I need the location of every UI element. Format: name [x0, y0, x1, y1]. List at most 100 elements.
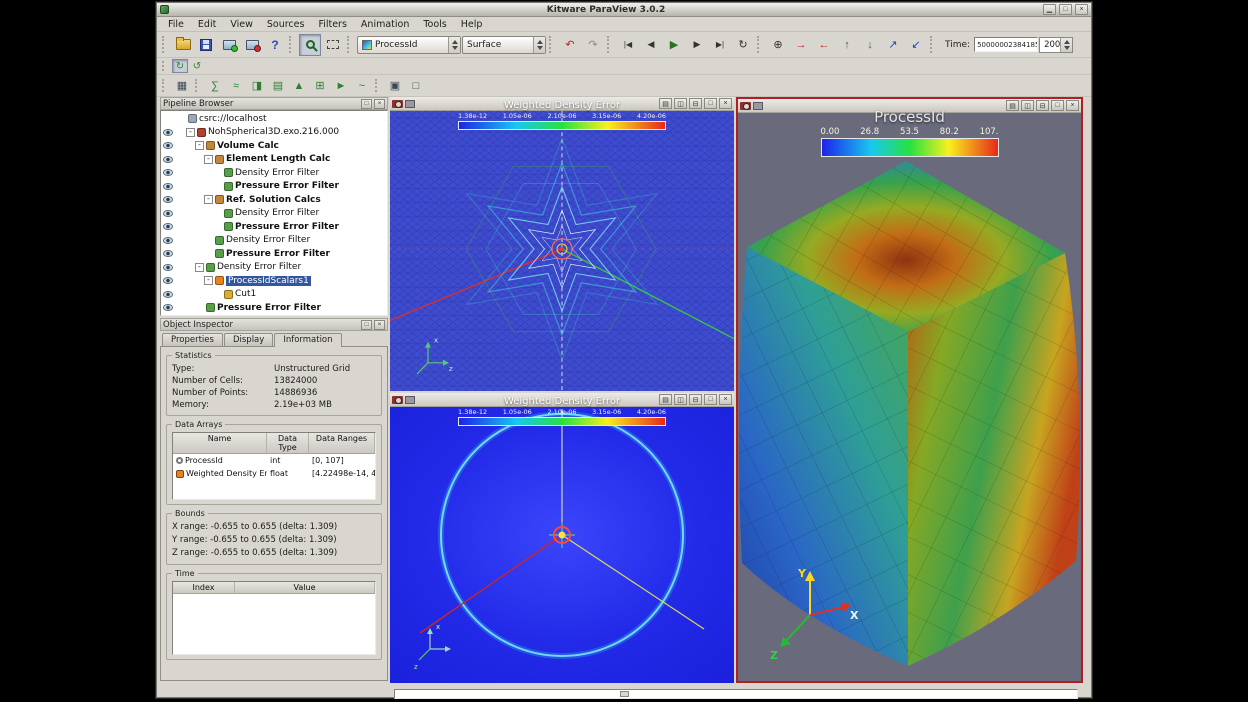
split-vertical-button[interactable]: ⊟ [1036, 100, 1049, 111]
visibility-eye-icon[interactable] [163, 291, 173, 298]
dock-float-button[interactable]: □ [361, 320, 372, 330]
menu-help[interactable]: Help [454, 18, 490, 31]
maximize-view-button[interactable]: □ [704, 394, 717, 405]
tab-information[interactable]: Information [274, 333, 341, 347]
reset-camera-button[interactable]: ⊕ [767, 34, 789, 56]
dock-close-button[interactable]: × [374, 320, 385, 330]
combo-spinner-icon[interactable] [448, 37, 460, 53]
group-datasets-button[interactable]: ▣ [385, 76, 405, 95]
spinbox-arrows-icon[interactable] [1060, 38, 1072, 52]
tab-properties[interactable]: Properties [162, 333, 223, 346]
expander-icon[interactable]: - [195, 263, 204, 272]
lookmark-icon[interactable] [405, 396, 415, 404]
toolbar-grip[interactable] [195, 79, 200, 92]
rubber-band-select-button[interactable] [322, 34, 344, 56]
expander-icon[interactable]: - [204, 276, 213, 285]
view-minus-y-button[interactable]: ↓ [859, 34, 881, 56]
pipeline-item[interactable]: Density Error Filter [161, 207, 387, 221]
pipeline-item[interactable]: -Ref. Solution Calcs [161, 193, 387, 207]
visibility-eye-icon[interactable] [163, 196, 173, 203]
table-row[interactable]: ProcessId int [0, 107] [173, 454, 375, 467]
last-frame-button[interactable]: ▶| [709, 34, 731, 56]
toolbar-grip[interactable] [162, 79, 167, 92]
contour-filter-button[interactable]: ≈ [226, 76, 246, 95]
time-table[interactable]: Index Value [172, 581, 376, 655]
toolbar-grip[interactable] [347, 36, 352, 52]
visibility-eye-icon[interactable] [163, 223, 173, 230]
progress-bar[interactable] [394, 689, 1078, 699]
dock-float-button[interactable]: □ [361, 99, 372, 109]
time-value-field[interactable]: 500000023841858 [974, 37, 1038, 52]
next-frame-button[interactable]: ▶ [686, 34, 708, 56]
pipeline-item[interactable]: Pressure Error Filter [161, 301, 387, 315]
open-data-button[interactable] [172, 34, 194, 56]
clip-filter-button[interactable]: ◨ [247, 76, 267, 95]
connect-server-button[interactable] [218, 34, 240, 56]
lookmark-icon[interactable] [753, 102, 763, 110]
tab-display[interactable]: Display [224, 333, 273, 346]
split-horizontal-button[interactable]: ◫ [674, 98, 687, 109]
visibility-eye-icon[interactable] [163, 264, 173, 271]
loop-button[interactable]: ↻ [732, 34, 754, 56]
expander-icon[interactable]: - [195, 141, 204, 150]
glyph-filter-button[interactable]: ► [331, 76, 351, 95]
help-button[interactable]: ? [264, 34, 286, 56]
object-inspector-header[interactable]: Object Inspector □ × [160, 318, 388, 331]
pipeline-item[interactable]: Cut1 [161, 288, 387, 302]
expander-icon[interactable]: - [204, 195, 213, 204]
slice-filter-button[interactable]: ▤ [268, 76, 288, 95]
view-minus-z-button[interactable]: ↙ [905, 34, 927, 56]
render-canvas[interactable]: Y X Z [738, 113, 1081, 681]
toolbar-grip[interactable] [162, 61, 167, 71]
toolbar-grip[interactable] [930, 36, 935, 52]
combo-spinner-icon[interactable] [533, 37, 545, 53]
first-frame-button[interactable]: |◀ [617, 34, 639, 56]
pipeline-item[interactable]: -NohSpherical3D.exo.216.000 [161, 126, 387, 140]
toolbar-grip[interactable] [757, 36, 762, 52]
close-view-button[interactable]: × [719, 98, 732, 109]
toolbar-grip[interactable] [162, 36, 167, 52]
toolbar-grip[interactable] [375, 79, 380, 92]
expander-icon[interactable]: - [204, 155, 213, 164]
camera-icon[interactable] [392, 396, 403, 404]
maximize-view-button[interactable]: □ [704, 98, 717, 109]
accept-button[interactable]: ↺ [189, 59, 205, 73]
previous-frame-button[interactable]: ◀ [640, 34, 662, 56]
camera-icon[interactable] [740, 102, 751, 110]
close-view-button[interactable]: × [1066, 100, 1079, 111]
progress-handle[interactable] [620, 691, 629, 697]
toolbar-grip[interactable] [607, 36, 612, 52]
convert-view-button[interactable]: ▤ [659, 394, 672, 405]
dock-close-button[interactable]: × [374, 99, 385, 109]
extract-subset-filter-button[interactable]: ⊞ [310, 76, 330, 95]
pipeline-item[interactable]: Pressure Error Filter [161, 247, 387, 261]
menu-filters[interactable]: Filters [311, 18, 353, 31]
pipeline-item[interactable]: Density Error Filter [161, 234, 387, 248]
visibility-eye-icon[interactable] [163, 210, 173, 217]
split-horizontal-button[interactable]: ◫ [674, 394, 687, 405]
visibility-eye-icon[interactable] [163, 169, 173, 176]
menu-edit[interactable]: Edit [191, 18, 223, 31]
render-canvas[interactable]: x z [390, 111, 734, 391]
menu-tools[interactable]: Tools [416, 18, 453, 31]
visibility-eye-icon[interactable] [163, 277, 173, 284]
threshold-filter-button[interactable]: ▲ [289, 76, 309, 95]
titlebar[interactable]: Kitware ParaView 3.0.2 ▁ □ × [157, 3, 1091, 17]
view-minus-x-button[interactable]: ← [813, 34, 835, 56]
convert-view-button[interactable]: ▤ [659, 98, 672, 109]
pipeline-item[interactable]: csrc://localhost [161, 112, 387, 126]
minimize-button[interactable]: ▁ [1043, 4, 1056, 15]
pipeline-item[interactable]: Pressure Error Filter [161, 220, 387, 234]
zoom-to-box-button[interactable] [299, 34, 321, 56]
maximize-view-button[interactable]: □ [1051, 100, 1064, 111]
visibility-eye-icon[interactable] [163, 183, 173, 190]
visibility-eye-icon[interactable] [163, 129, 173, 136]
pipeline-item[interactable]: -Element Length Calc [161, 153, 387, 167]
menu-animation[interactable]: Animation [354, 18, 416, 31]
split-horizontal-button[interactable]: ◫ [1021, 100, 1034, 111]
pipeline-browser-header[interactable]: Pipeline Browser □ × [160, 97, 388, 110]
toolbar-grip[interactable] [289, 36, 294, 52]
color-by-combo[interactable]: ProcessId [357, 36, 461, 54]
visibility-eye-icon[interactable] [163, 142, 173, 149]
camera-icon[interactable] [392, 100, 403, 108]
